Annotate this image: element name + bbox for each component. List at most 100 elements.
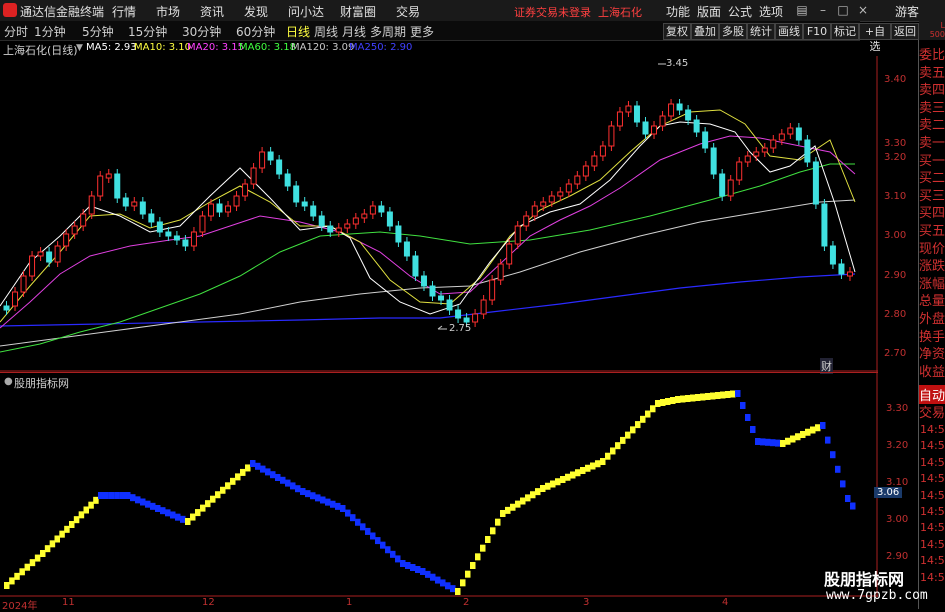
candle-body[interactable] xyxy=(139,201,146,215)
candle-body[interactable] xyxy=(455,309,462,319)
main-kline-chart[interactable] xyxy=(0,56,878,372)
candle-body[interactable] xyxy=(685,109,692,121)
menu-faxian[interactable]: 发现 xyxy=(244,3,268,20)
menu-gongneng[interactable]: 功能 xyxy=(666,3,690,20)
period-fenshi[interactable]: 分时 xyxy=(4,23,28,40)
candle-body[interactable] xyxy=(463,317,470,323)
menu-gongshi[interactable]: 公式 xyxy=(728,3,752,20)
candle-body[interactable] xyxy=(795,127,802,141)
candle-body[interactable] xyxy=(80,213,87,227)
candle-body[interactable] xyxy=(165,231,172,237)
candle-body[interactable] xyxy=(3,305,10,311)
candle-body[interactable] xyxy=(46,251,53,263)
period-5min[interactable]: 5分钟 xyxy=(82,23,114,40)
candle-body[interactable] xyxy=(412,255,419,277)
candle-body[interactable] xyxy=(753,151,760,157)
menu-banmian[interactable]: 版面 xyxy=(697,3,721,20)
candle-body[interactable] xyxy=(250,167,257,185)
minimize-icon[interactable]: – xyxy=(816,3,830,17)
menu-xuanxiang[interactable]: 选项 xyxy=(759,3,783,20)
candle-body[interactable] xyxy=(63,233,70,247)
candle-body[interactable] xyxy=(651,125,658,135)
candle-body[interactable] xyxy=(131,201,138,207)
candle-body[interactable] xyxy=(335,227,342,233)
candle-body[interactable] xyxy=(284,173,291,187)
candle-body[interactable] xyxy=(591,155,598,167)
candle-body[interactable] xyxy=(693,119,700,133)
candle-body[interactable] xyxy=(386,211,393,227)
candle-body[interactable] xyxy=(148,213,155,223)
candle-body[interactable] xyxy=(361,213,368,219)
period-monthly[interactable]: 月线 xyxy=(342,23,366,40)
period-multi[interactable]: 多周期 xyxy=(370,23,406,40)
candle-body[interactable] xyxy=(480,299,487,315)
candle-body[interactable] xyxy=(29,255,36,277)
indicator-chart[interactable] xyxy=(0,373,878,597)
candle-body[interactable] xyxy=(557,191,564,197)
candle-body[interactable] xyxy=(395,225,402,243)
candle-body[interactable] xyxy=(173,235,180,241)
candle-body[interactable] xyxy=(438,295,445,301)
candle-body[interactable] xyxy=(216,203,223,213)
candle-body[interactable] xyxy=(565,183,572,193)
tab-trade[interactable]: 交易 xyxy=(919,402,945,421)
candle-body[interactable] xyxy=(344,223,351,229)
candle-body[interactable] xyxy=(12,291,19,307)
candle-body[interactable] xyxy=(804,139,811,163)
candle-body[interactable] xyxy=(190,231,197,247)
maximize-icon[interactable]: □ xyxy=(836,3,850,17)
candle-body[interactable] xyxy=(846,271,853,277)
candle-body[interactable] xyxy=(156,221,163,233)
mark-button[interactable]: 标记 xyxy=(831,23,859,40)
draw-line-button[interactable]: 画线 xyxy=(775,23,803,40)
candle-body[interactable] xyxy=(122,197,129,207)
candle-body[interactable] xyxy=(744,155,751,163)
candle-body[interactable] xyxy=(489,279,496,301)
candle-body[interactable] xyxy=(352,217,359,225)
candle-body[interactable] xyxy=(548,195,555,203)
candle-body[interactable] xyxy=(668,103,675,117)
candle-body[interactable] xyxy=(770,139,777,149)
candle-body[interactable] xyxy=(199,215,206,233)
candle-body[interactable] xyxy=(429,285,436,297)
candle-body[interactable] xyxy=(497,263,504,281)
candle-body[interactable] xyxy=(719,173,726,197)
candle-body[interactable] xyxy=(20,275,27,293)
corner-box[interactable]: L 500 xyxy=(919,21,945,40)
candle-body[interactable] xyxy=(540,201,547,207)
candle-body[interactable] xyxy=(523,215,530,227)
candle-body[interactable] xyxy=(327,225,334,233)
overlay-button[interactable]: 叠加 xyxy=(691,23,719,40)
period-daily[interactable]: 日线 xyxy=(286,23,310,40)
candle-body[interactable] xyxy=(472,313,479,323)
period-1min[interactable]: 1分钟 xyxy=(34,23,66,40)
f10-button[interactable]: F10 xyxy=(803,23,831,40)
menu-hangqing[interactable]: 行情 xyxy=(112,3,136,20)
candle-body[interactable] xyxy=(736,161,743,181)
menu-zixun[interactable]: 资讯 xyxy=(200,3,224,20)
close-icon[interactable]: × xyxy=(856,3,870,17)
menu-shichang[interactable]: 市场 xyxy=(156,3,180,20)
candle-body[interactable] xyxy=(514,225,521,245)
candle-body[interactable] xyxy=(242,183,249,197)
fuquan-button[interactable]: 复权 xyxy=(663,23,691,40)
candle-body[interactable] xyxy=(506,243,513,265)
candle-body[interactable] xyxy=(787,127,794,135)
candle-body[interactable] xyxy=(293,185,300,203)
candle-body[interactable] xyxy=(531,205,538,217)
period-more[interactable]: 更多 xyxy=(410,23,434,40)
candle-body[interactable] xyxy=(676,103,683,111)
candle-body[interactable] xyxy=(301,201,308,207)
candle-body[interactable] xyxy=(369,205,376,215)
shirt-icon[interactable]: ▤ xyxy=(795,3,809,17)
candle-body[interactable] xyxy=(54,245,61,263)
candle-body[interactable] xyxy=(259,151,266,169)
candle-body[interactable] xyxy=(267,151,274,161)
candle-body[interactable] xyxy=(642,121,649,135)
candle-body[interactable] xyxy=(599,145,606,157)
candle-body[interactable] xyxy=(710,147,717,175)
candle-body[interactable] xyxy=(114,173,121,199)
candle-body[interactable] xyxy=(310,205,317,217)
candle-body[interactable] xyxy=(378,205,385,213)
multi-stock-button[interactable]: 多股 xyxy=(719,23,747,40)
